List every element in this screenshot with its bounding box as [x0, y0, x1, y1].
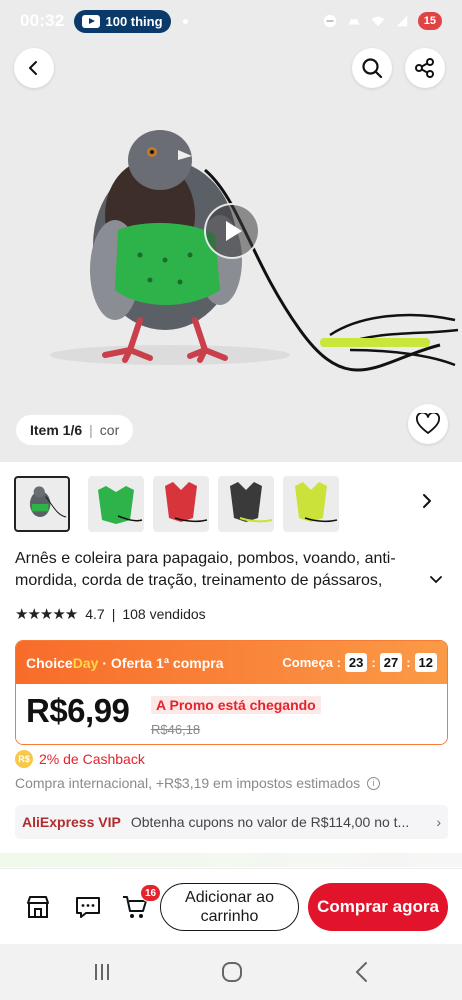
thumbnails-next-button[interactable]: [421, 493, 433, 514]
wishlist-button[interactable]: [408, 404, 448, 444]
signal-icon: [396, 15, 407, 27]
thumbnail-image: [98, 486, 143, 524]
cart-count-badge: 16: [140, 884, 162, 902]
choice-day-header: Choice Day · Oferta 1ª compra Começa : 23…: [16, 641, 447, 684]
thumbnail[interactable]: [283, 476, 339, 532]
variant-label: cor: [99, 422, 120, 438]
vip-label: VIP: [98, 814, 121, 830]
import-tax-text: Compra internacional, +R$3,19 em imposto…: [15, 775, 361, 791]
chat-icon[interactable]: [74, 893, 102, 921]
rating-row[interactable]: ★★★★★ 4.7 | 108 vendidos: [15, 605, 206, 623]
status-time: 00:32: [20, 11, 65, 30]
cashback-icon: R$: [15, 750, 33, 768]
price-area: R$6,99 A Promo está chegando R$46,18: [16, 684, 447, 744]
chevron-right-icon: [423, 494, 431, 508]
thumbnail-image: [230, 482, 273, 523]
countdown-hours: 23: [344, 653, 368, 672]
dnd-icon: [323, 14, 336, 28]
cashback-row[interactable]: R$ 2% de Cashback: [15, 750, 145, 768]
search-button[interactable]: [352, 48, 392, 88]
vip-coupon-bar[interactable]: AliExpress VIP Obtenha cupons no valor d…: [15, 805, 448, 839]
play-icon: [226, 221, 242, 241]
thumbnail-strip: [14, 476, 448, 534]
thumbnail-image: [165, 482, 208, 523]
thumbnail[interactable]: [88, 476, 144, 532]
battery-indicator: 15: [417, 12, 442, 30]
choice-day-offer: Choice Day · Oferta 1ª compra Começa : 23…: [15, 640, 448, 745]
chevron-right-icon: ›: [436, 814, 441, 830]
share-icon: [415, 58, 434, 78]
image-counter-chip: Item 1/6 | cor: [16, 415, 134, 445]
store-icon[interactable]: [24, 893, 52, 921]
vip-coupon-text: Obtenha cupons no valor de R$114,00 no t…: [130, 814, 410, 830]
vip-brand: AliExpress VIP: [22, 814, 121, 830]
back-nav-icon[interactable]: [350, 960, 374, 984]
thumbnail-image: [295, 482, 338, 523]
sold-count: 108 vendidos: [122, 606, 206, 622]
buy-now-button[interactable]: Comprar agora: [308, 883, 448, 931]
import-tax-note[interactable]: Compra internacional, +R$3,19 em imposto…: [15, 775, 381, 791]
product-title: Arnês e coleira para papagaio, pombos, v…: [15, 550, 396, 589]
alarm-icon: [348, 19, 359, 25]
aliexpress-logo: AliExpress: [22, 814, 95, 830]
day-label: Day: [72, 654, 99, 671]
rating-value: 4.7: [85, 606, 105, 622]
search-icon: [362, 58, 383, 79]
recent-apps-icon[interactable]: [90, 960, 114, 984]
thumbnail[interactable]: [153, 476, 209, 532]
status-bar: 00:32 100 thing 15: [0, 0, 462, 42]
offer-label: · Oferta 1ª compra: [102, 654, 224, 671]
image-counter: Item 1/6: [30, 422, 83, 438]
expand-title-button[interactable]: [430, 573, 442, 587]
heart-icon: [416, 413, 440, 434]
thumbnail[interactable]: [14, 476, 70, 532]
countdown-minutes: 27: [379, 653, 403, 672]
home-icon[interactable]: [220, 960, 244, 984]
notification-dot-icon: [182, 18, 188, 24]
cashback-label: 2% de Cashback: [39, 751, 145, 767]
promo-tag: A Promo está chegando: [151, 696, 321, 714]
price: R$6,99: [26, 692, 130, 729]
play-video-button[interactable]: [204, 203, 260, 259]
rating-stars: ★★★★★: [15, 606, 78, 623]
media-pill-label: 100 thing: [105, 13, 163, 29]
back-button[interactable]: [14, 48, 54, 88]
system-navigation-bar: [0, 944, 462, 1000]
choice-label: Choice: [26, 654, 73, 671]
countdown-label: Começa :: [282, 655, 341, 670]
old-price: R$46,18: [151, 722, 201, 737]
countdown-seconds: 12: [414, 653, 437, 672]
thumbnail[interactable]: [218, 476, 274, 532]
section-divider: [0, 853, 462, 867]
chevron-left-icon: [29, 61, 37, 75]
countdown: Começa : 23 : 27 : 12: [282, 653, 437, 672]
youtube-icon: [82, 14, 101, 28]
chevron-down-icon: [430, 576, 442, 584]
thumbnail-image: [29, 486, 67, 518]
media-pill[interactable]: 100 thing: [74, 9, 171, 33]
wifi-icon: [371, 16, 384, 27]
share-button[interactable]: [405, 48, 445, 88]
bottom-action-bar: 16 Adicionar ao carrinho Comprar agora: [0, 868, 462, 944]
info-icon: i: [367, 776, 381, 790]
add-to-cart-button[interactable]: Adicionar ao carrinho: [160, 883, 299, 931]
